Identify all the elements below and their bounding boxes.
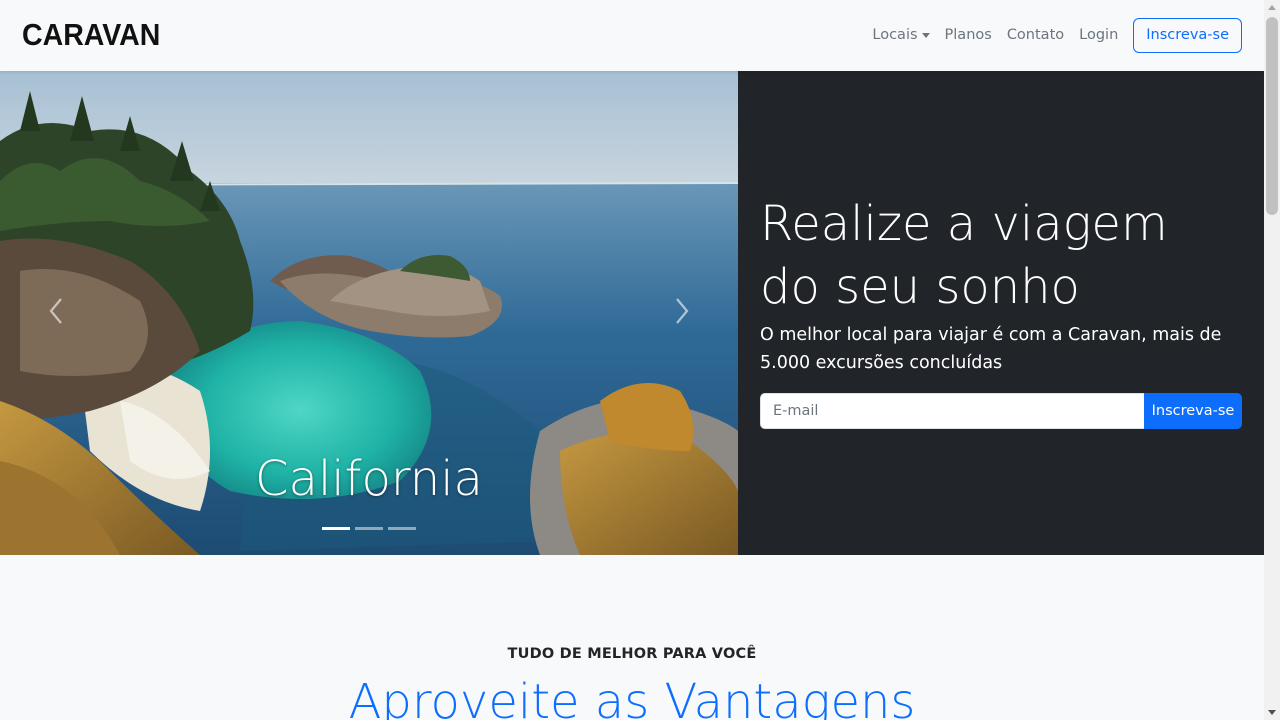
nav-link-contato[interactable]: Contato <box>1007 27 1064 43</box>
nav-link-locais[interactable]: Locais <box>872 27 930 43</box>
chevron-right-icon <box>676 298 689 324</box>
signup-button[interactable]: Inscreva-se <box>1133 17 1242 53</box>
carousel-indicator[interactable] <box>355 527 383 530</box>
hero: California Realize a viagem do seu sonho… <box>0 71 1264 555</box>
carousel: California <box>0 71 738 555</box>
brand-logo[interactable]: CARAVAN <box>22 17 160 53</box>
carousel-next-button[interactable] <box>662 281 702 341</box>
nav-links: Locais Planos Contato Login Inscreva-se <box>857 17 1242 53</box>
carousel-indicators <box>0 527 738 530</box>
chevron-left-icon <box>49 298 62 324</box>
benefits-kicker: TUDO DE MELHOR PARA VOCÊ <box>507 646 757 662</box>
scroll-up-icon[interactable] <box>1268 5 1276 10</box>
nav-link-label: Locais <box>872 27 918 43</box>
caret-down-icon <box>921 32 930 38</box>
nav-link-planos[interactable]: Planos <box>945 27 992 43</box>
hero-signup-button[interactable]: Inscreva-se <box>1144 393 1242 429</box>
email-field[interactable] <box>760 393 1144 429</box>
scrollbar-thumb[interactable] <box>1266 17 1278 215</box>
navbar: CARAVAN Locais Planos Contato Login Insc… <box>0 0 1264 71</box>
carousel-indicator[interactable] <box>322 527 350 530</box>
signup-form: Inscreva-se <box>760 393 1242 429</box>
scroll-down-icon[interactable] <box>1268 710 1276 715</box>
carousel-indicator[interactable] <box>388 527 416 530</box>
hero-signup-panel: Realize a viagem do seu sonho O melhor l… <box>738 71 1264 555</box>
hero-subtitle: O melhor local para viajar é com a Carav… <box>760 325 1222 373</box>
benefits-title: Aproveite as Vantagens <box>348 674 916 720</box>
carousel-caption: California <box>255 451 483 507</box>
page-scrollbar[interactable] <box>1264 0 1280 720</box>
carousel-prev-button[interactable] <box>36 281 76 341</box>
nav-link-login[interactable]: Login <box>1079 27 1118 43</box>
page: CARAVAN Locais Planos Contato Login Insc… <box>0 0 1264 720</box>
hero-title: Realize a viagem do seu sonho <box>760 196 1168 315</box>
